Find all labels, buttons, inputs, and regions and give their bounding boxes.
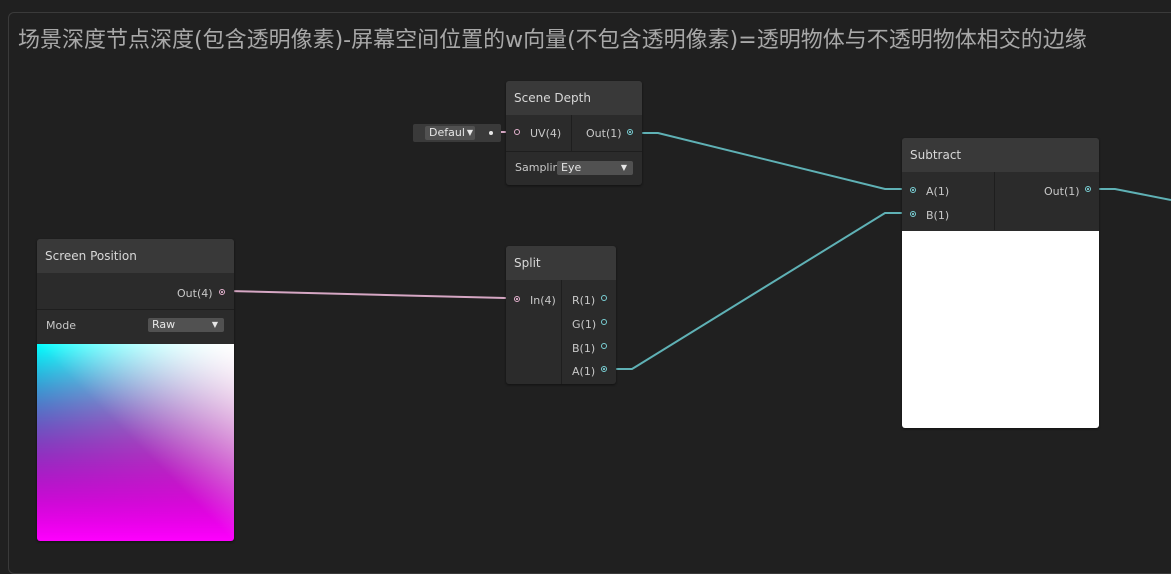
- subtract-b-label: B(1): [926, 209, 950, 222]
- screen-position-header: Screen Position: [37, 239, 234, 273]
- subtract-node[interactable]: Subtract A(1) B(1) Out(1): [902, 138, 1099, 428]
- port-dot-icon: [489, 131, 493, 135]
- graph-title-comment: 场景深度节点深度(包含透明像素)-屏幕空间位置的w向量(不包含透明像素)=透明物…: [18, 28, 1087, 53]
- subtract-output[interactable]: Out(1): [1044, 185, 1091, 198]
- port-dot-icon: [601, 319, 607, 325]
- uv-default-label: Defaul: [429, 126, 465, 139]
- scene-depth-out-label: Out(1): [586, 127, 622, 140]
- sampling-row: Samplin: [515, 161, 560, 174]
- split-in-label: In(4): [530, 294, 556, 307]
- port-dot-icon: [601, 343, 607, 349]
- subtract-out-label: Out(1): [1044, 185, 1080, 198]
- port-dot-icon: [514, 129, 520, 135]
- uv-default-dropdown[interactable]: Defaul ▼: [425, 126, 475, 140]
- subtract-a-label: A(1): [926, 185, 950, 198]
- split-output-a[interactable]: A(1): [572, 365, 607, 378]
- port-dot-icon: [910, 187, 916, 193]
- port-dot-icon: [601, 366, 607, 372]
- subtract-preview: [902, 231, 1099, 428]
- port-dot-icon: [627, 129, 633, 135]
- port-dot-icon: [219, 289, 225, 295]
- subtract-input-a[interactable]: A(1): [910, 185, 949, 198]
- port-dot-icon: [1085, 186, 1091, 192]
- split-r-label: R(1): [572, 294, 596, 307]
- scene-depth-output[interactable]: Out(1): [586, 127, 633, 140]
- sampling-dropdown[interactable]: Eye ▼: [557, 161, 633, 175]
- port-dot-icon: [910, 211, 916, 217]
- dropdown-arrow-icon: ▼: [620, 163, 627, 172]
- port-dot-icon: [514, 296, 520, 302]
- scene-depth-node[interactable]: Scene Depth UV(4) Out(1) Samplin Eye ▼: [506, 81, 642, 185]
- mode-value: Raw: [152, 318, 176, 331]
- uv-input-label: UV(4): [530, 127, 562, 140]
- split-header: Split: [506, 246, 616, 280]
- screen-position-output[interactable]: Out(4): [177, 287, 225, 300]
- split-g-label: G(1): [572, 318, 597, 331]
- split-output-b[interactable]: B(1): [572, 342, 607, 355]
- scene-depth-uv-input[interactable]: UV(4): [514, 127, 561, 140]
- screen-position-preview: [37, 344, 234, 541]
- split-b-label: B(1): [572, 342, 596, 355]
- split-output-r[interactable]: R(1): [572, 294, 607, 307]
- mode-dropdown[interactable]: Raw ▼: [148, 318, 224, 332]
- uv-default-chip[interactable]: Defaul ▼: [413, 124, 501, 142]
- scene-depth-header: Scene Depth: [506, 81, 642, 115]
- screen-position-out-label: Out(4): [177, 287, 213, 300]
- dropdown-arrow-icon: ▼: [211, 320, 218, 329]
- port-dot-icon: [601, 295, 607, 301]
- screen-position-node[interactable]: Screen Position Out(4) Mode Raw ▼: [37, 239, 234, 541]
- split-input[interactable]: In(4): [514, 294, 556, 307]
- split-a-label: A(1): [572, 365, 596, 378]
- split-output-g[interactable]: G(1): [572, 318, 607, 331]
- split-node[interactable]: Split In(4) R(1) G(1) B(1) A(1): [506, 246, 616, 384]
- subtract-header: Subtract: [902, 138, 1099, 172]
- mode-label: Mode: [46, 319, 76, 332]
- sampling-value: Eye: [561, 161, 582, 174]
- dropdown-arrow-icon: ▼: [466, 128, 473, 137]
- sampling-label: Samplin: [515, 161, 560, 174]
- subtract-input-b[interactable]: B(1): [910, 209, 949, 222]
